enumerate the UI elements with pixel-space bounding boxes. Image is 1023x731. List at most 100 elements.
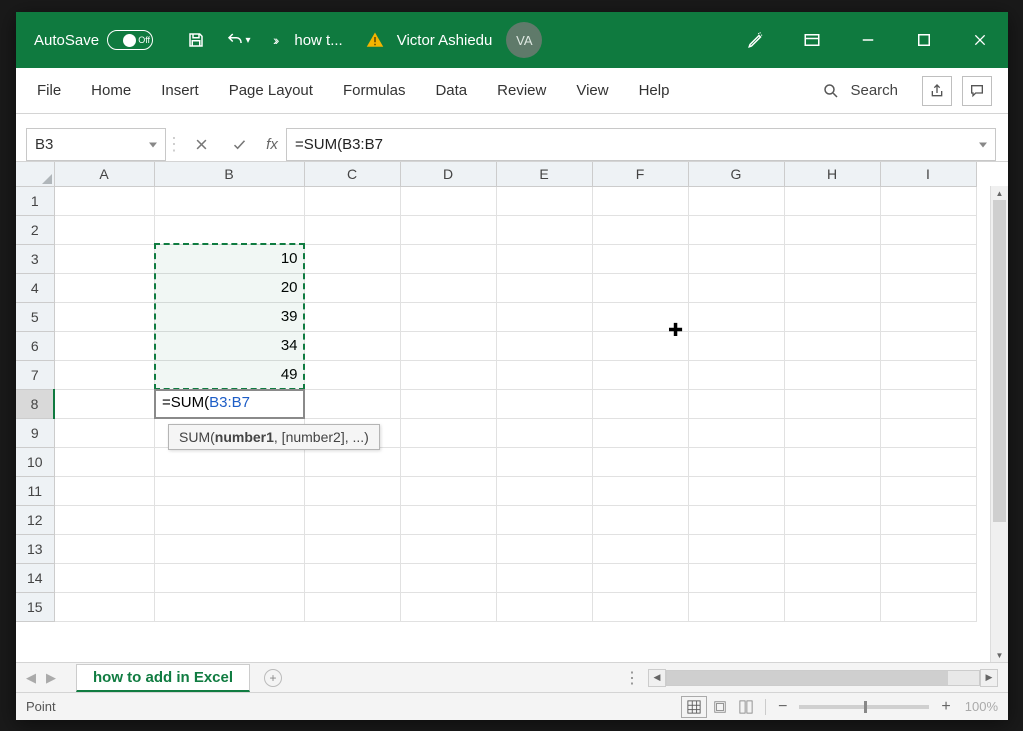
status-mode: Point bbox=[26, 699, 56, 714]
zoom-percent[interactable]: 100% bbox=[965, 699, 998, 714]
autosave-label: AutoSave bbox=[34, 32, 99, 49]
vertical-scroll-thumb[interactable] bbox=[993, 200, 1006, 522]
zoom-in-button[interactable]: + bbox=[935, 698, 956, 716]
autosave-toggle[interactable]: Off bbox=[107, 30, 153, 50]
row-header[interactable]: 7 bbox=[16, 360, 54, 389]
tab-file[interactable]: File bbox=[22, 68, 76, 114]
add-sheet-button[interactable]: + bbox=[264, 669, 282, 687]
scroll-right-button[interactable]: ▶ bbox=[980, 669, 998, 687]
warning-icon bbox=[365, 31, 385, 49]
formula-prefix: =SUM( bbox=[162, 394, 209, 411]
row-header[interactable]: 4 bbox=[16, 273, 54, 302]
function-tooltip[interactable]: SUM(number1, [number2], ...) bbox=[168, 424, 380, 450]
sheet-tab-bar: ◀▶ how to add in Excel + ⋮ ◀ ▶ bbox=[16, 662, 1008, 692]
undo-dropdown-caret[interactable]: ▾ bbox=[246, 35, 251, 46]
col-header-f[interactable]: F bbox=[592, 162, 688, 186]
minimize-button[interactable] bbox=[840, 12, 896, 68]
name-box[interactable]: B3 bbox=[26, 128, 166, 161]
col-header-g[interactable]: G bbox=[688, 162, 784, 186]
save-icon[interactable] bbox=[175, 12, 217, 68]
row-header[interactable]: 14 bbox=[16, 563, 54, 592]
col-header-h[interactable]: H bbox=[784, 162, 880, 186]
col-header-b[interactable]: B bbox=[154, 162, 304, 186]
undo-button[interactable]: ▾ bbox=[217, 12, 259, 68]
title-bar: AutoSave Off ▾ ›› how t... Victor Ashied… bbox=[16, 12, 1008, 68]
formula-input[interactable]: =SUM(B3:B7 bbox=[286, 128, 996, 161]
document-name[interactable]: how t... bbox=[294, 32, 342, 49]
autosave-toggle-knob bbox=[123, 34, 136, 47]
cell-b3[interactable]: 10 bbox=[154, 244, 304, 273]
tab-help[interactable]: Help bbox=[624, 68, 685, 114]
cell-b4[interactable]: 20 bbox=[154, 273, 304, 302]
tooltip-arg1: number1 bbox=[215, 429, 274, 445]
ribbon-mode-icon[interactable] bbox=[784, 12, 840, 68]
tab-insert[interactable]: Insert bbox=[146, 68, 214, 114]
col-header-d[interactable]: D bbox=[400, 162, 496, 186]
row-header[interactable]: 5 bbox=[16, 302, 54, 331]
horizontal-scrollbar[interactable]: ◀ ▶ bbox=[648, 669, 998, 687]
horizontal-scroll-thumb[interactable] bbox=[667, 671, 948, 685]
grid[interactable]: A B C D E F G H I 1 2 3 10 4 20 5 39 6 34 7 4… bbox=[16, 162, 1008, 662]
comments-button[interactable] bbox=[962, 76, 992, 106]
cell-b7[interactable]: 49 bbox=[154, 360, 304, 389]
search-label: Search bbox=[850, 82, 898, 99]
ribbon: File Home Insert Page Layout Formulas Da… bbox=[16, 68, 1008, 114]
zoom-out-button[interactable]: − bbox=[772, 698, 793, 716]
fx-label[interactable]: fx bbox=[258, 128, 286, 161]
col-header-a[interactable]: A bbox=[54, 162, 154, 186]
tab-home[interactable]: Home bbox=[76, 68, 146, 114]
col-header-c[interactable]: C bbox=[304, 162, 400, 186]
normal-view-button[interactable] bbox=[681, 696, 707, 718]
formula-bar: B3 ⋮ fx =SUM(B3:B7 bbox=[16, 128, 1008, 162]
tab-data[interactable]: Data bbox=[420, 68, 482, 114]
scroll-up-button[interactable]: ▲ bbox=[991, 186, 1008, 200]
tooltip-rest: , [number2], ...) bbox=[274, 429, 369, 445]
row-header[interactable]: 10 bbox=[16, 447, 54, 476]
tab-formulas[interactable]: Formulas bbox=[328, 68, 421, 114]
sheet-nav[interactable]: ◀▶ bbox=[16, 670, 66, 686]
sheet-tab-active[interactable]: how to add in Excel bbox=[76, 664, 250, 692]
page-layout-view-button[interactable] bbox=[707, 696, 733, 718]
page-break-view-button[interactable] bbox=[733, 696, 759, 718]
col-header-i[interactable]: I bbox=[880, 162, 976, 186]
tab-page-layout[interactable]: Page Layout bbox=[214, 68, 328, 114]
close-button[interactable] bbox=[952, 12, 1008, 68]
select-all-corner[interactable] bbox=[16, 162, 54, 186]
row-header[interactable]: 6 bbox=[16, 331, 54, 360]
row-header[interactable]: 1 bbox=[16, 186, 54, 215]
row-header[interactable]: 13 bbox=[16, 534, 54, 563]
more-commands-icon[interactable]: ›› bbox=[273, 32, 276, 48]
sheet-options-icon[interactable]: ⋮ bbox=[616, 668, 648, 688]
tab-view[interactable]: View bbox=[561, 68, 623, 114]
autosave-group: AutoSave Off bbox=[34, 30, 153, 50]
user-name: Victor Ashiedu bbox=[397, 32, 493, 49]
cancel-formula-button[interactable] bbox=[182, 128, 220, 161]
scroll-left-button[interactable]: ◀ bbox=[648, 669, 666, 687]
editing-formula-text: =SUM(B3:B7 bbox=[158, 394, 250, 411]
row-header[interactable]: 9 bbox=[16, 418, 54, 447]
row-header[interactable]: 11 bbox=[16, 476, 54, 505]
cell-b6[interactable]: 34 bbox=[154, 331, 304, 360]
zoom-slider[interactable] bbox=[799, 705, 929, 709]
autosave-state: Off bbox=[138, 35, 150, 45]
status-bar: Point − + 100% bbox=[16, 692, 1008, 720]
row-header[interactable]: 3 bbox=[16, 244, 54, 273]
row-header[interactable]: 15 bbox=[16, 592, 54, 621]
formula-range: B3:B7 bbox=[209, 394, 250, 411]
row-header[interactable]: 2 bbox=[16, 215, 54, 244]
enter-formula-button[interactable] bbox=[220, 128, 258, 161]
vertical-scrollbar[interactable]: ▲ ▼ bbox=[990, 186, 1008, 662]
user-avatar[interactable]: VA bbox=[506, 22, 542, 58]
tab-review[interactable]: Review bbox=[482, 68, 561, 114]
excel-window: AutoSave Off ▾ ›› how t... Victor Ashied… bbox=[16, 12, 1008, 720]
pen-icon[interactable] bbox=[728, 12, 784, 68]
maximize-button[interactable] bbox=[896, 12, 952, 68]
share-button[interactable] bbox=[922, 76, 952, 106]
row-header[interactable]: 12 bbox=[16, 505, 54, 534]
row-header[interactable]: 8 bbox=[16, 389, 54, 418]
scroll-down-button[interactable]: ▼ bbox=[991, 648, 1008, 662]
cell-b5[interactable]: 39 bbox=[154, 302, 304, 331]
col-header-e[interactable]: E bbox=[496, 162, 592, 186]
search-box[interactable]: Search bbox=[808, 82, 912, 100]
formula-bar-separator: ⋮ bbox=[166, 128, 182, 161]
